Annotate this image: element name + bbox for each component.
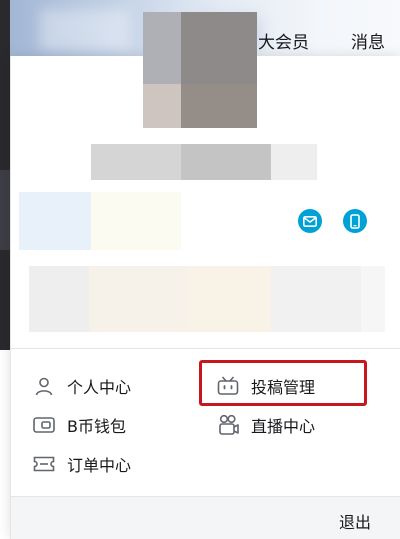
menu-item-personal-center[interactable]: 个人中心 xyxy=(33,372,131,400)
menu-item-live-center[interactable]: 直播中心 xyxy=(217,411,315,439)
menu-item-label: 投稿管理 xyxy=(251,378,316,397)
stats-redacted xyxy=(189,266,271,332)
user-dropdown-panel: 个人中心 B币钱包 订单中心 投稿管理 直播中心 退出 xyxy=(10,12,400,539)
screenshot: 大会员 消息 个人中心 B币钱包 订单中心 投稿管理 直播中心 退出 xyxy=(0,0,400,539)
menu-item-label: 个人中心 xyxy=(67,378,132,397)
menu-item-label: 订单中心 xyxy=(67,456,132,475)
menu-item-label: 直播中心 xyxy=(251,417,316,436)
stats-redacted xyxy=(29,266,89,332)
banner-blur xyxy=(40,10,130,50)
stats-redacted xyxy=(361,266,385,332)
avatar[interactable] xyxy=(181,12,257,84)
logout-button[interactable]: 退出 xyxy=(339,509,371,533)
nav-vip-link[interactable]: 大会员 xyxy=(258,28,309,53)
live-camera-icon xyxy=(217,414,239,436)
menu-item-orders[interactable]: 订单中心 xyxy=(33,450,131,478)
page-edge xyxy=(0,170,10,250)
stats-redacted xyxy=(89,266,189,332)
badge-redacted xyxy=(91,192,181,250)
avatar[interactable] xyxy=(143,84,181,128)
person-icon xyxy=(33,375,55,397)
username-redacted xyxy=(271,144,317,180)
menu-item-wallet[interactable]: B币钱包 xyxy=(33,411,126,439)
divider xyxy=(11,348,400,349)
mail-icon[interactable] xyxy=(298,209,322,233)
phone-icon[interactable] xyxy=(343,209,367,233)
avatar[interactable] xyxy=(181,84,257,128)
nav-messages-link[interactable]: 消息 xyxy=(351,28,385,53)
panel-footer: 退出 xyxy=(11,496,400,539)
username-redacted xyxy=(91,144,181,180)
wallet-icon xyxy=(33,414,55,436)
badge-redacted xyxy=(19,192,91,250)
avatar[interactable] xyxy=(143,12,181,84)
ticket-icon xyxy=(33,453,55,475)
stats-redacted xyxy=(271,266,361,332)
tv-icon xyxy=(217,375,239,397)
menu-item-upload-manage[interactable]: 投稿管理 xyxy=(217,372,315,400)
menu-item-label: B币钱包 xyxy=(67,417,126,436)
username-redacted xyxy=(181,144,271,180)
